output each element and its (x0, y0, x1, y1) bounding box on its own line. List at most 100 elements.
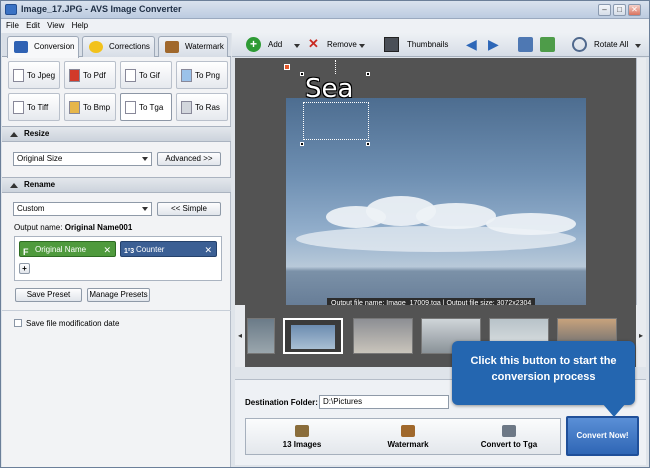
format-label: To Tga (139, 103, 164, 112)
remove-chip-icon[interactable]: ✕ (103, 242, 111, 258)
window-title: Image_17.JPG - AVS Image Converter (21, 4, 182, 14)
right-panel: + Add ✕ Remove Thumbnails ◀ ▶ Rotate All (232, 33, 649, 467)
rename-section-header[interactable]: Rename (2, 177, 231, 193)
menu-view[interactable]: View (47, 19, 64, 33)
format-bmp-button[interactable]: To Bmp (64, 93, 116, 121)
rename-select-value: Custom (17, 204, 45, 213)
format-label: To Pdf (83, 71, 106, 80)
convert-now-button[interactable]: Convert Now! (566, 416, 639, 456)
rename-heading: Rename (24, 180, 56, 189)
destination-value: D:\Pictures (323, 397, 363, 406)
format-pdf-button[interactable]: To Pdf (64, 61, 116, 89)
simple-button[interactable]: << Simple (157, 202, 221, 216)
resize-heading: Resize (24, 129, 50, 138)
step-images[interactable]: 13 Images (246, 419, 358, 454)
jpeg-file-icon (13, 69, 24, 82)
format-label: To Tiff (27, 103, 49, 112)
convert-icon (502, 425, 516, 437)
chip-label: Counter (136, 245, 165, 254)
menu-help[interactable]: Help (72, 19, 88, 33)
rotate-all-button-label[interactable]: Rotate All (594, 40, 628, 49)
add-field-button[interactable]: + (19, 263, 30, 274)
rotate-handle[interactable] (284, 64, 290, 70)
format-tga-button[interactable]: To Tga (120, 93, 172, 121)
format-gif-button[interactable]: To Gif (120, 61, 172, 89)
manage-presets-button[interactable]: Manage Presets (87, 288, 150, 302)
title-bar: Image_17.JPG - AVS Image Converter – □ ✕ (1, 1, 649, 19)
close-button[interactable]: ✕ (628, 4, 641, 16)
minimize-button[interactable]: – (598, 4, 611, 16)
app-icon (5, 4, 17, 15)
menu-edit[interactable]: Edit (26, 19, 40, 33)
tab-corrections[interactable]: Corrections (82, 36, 155, 57)
vertical-scrollbar[interactable] (636, 58, 646, 323)
watermark-icon (401, 425, 415, 437)
text-selection-box[interactable] (303, 102, 369, 140)
strip-left-arrow[interactable]: ◂ (235, 305, 245, 367)
collapse-icon (10, 132, 18, 137)
resize-handle[interactable] (300, 72, 304, 76)
format-png-button[interactable]: To Png (176, 61, 228, 89)
save-date-label: Save file modification date (26, 319, 120, 328)
step-watermark[interactable]: Watermark (358, 419, 458, 454)
resize-section-header[interactable]: Resize (2, 126, 231, 142)
thumbnails-button-label[interactable]: Thumbnails (407, 40, 448, 49)
output-name-label: Output name: (14, 223, 63, 232)
name-template-box[interactable]: F Original Name ✕ 1²3 Counter ✕ + (14, 236, 222, 281)
menu-file[interactable]: File (6, 19, 19, 33)
rotate-guide (335, 60, 336, 74)
rotate-all-icon[interactable] (572, 37, 587, 52)
app-window: Image_17.JPG - AVS Image Converter – □ ✕… (0, 0, 650, 468)
thumbnail[interactable] (353, 318, 413, 354)
next-icon[interactable]: ▶ (488, 37, 503, 52)
remove-button-label[interactable]: Remove (327, 40, 357, 49)
maximize-button[interactable]: □ (613, 4, 626, 16)
watermark-text[interactable]: Sea (305, 74, 369, 104)
tga-file-icon (125, 101, 136, 114)
save-date-checkbox[interactable] (14, 319, 22, 327)
thumbnail-selected[interactable] (283, 318, 343, 354)
chip-original-name[interactable]: F Original Name ✕ (19, 241, 116, 257)
collapse-icon (10, 183, 18, 188)
rename-select[interactable]: Custom (13, 202, 152, 216)
rotate-all-dropdown-icon[interactable] (635, 44, 641, 48)
remove-dropdown-icon[interactable] (359, 44, 365, 48)
advanced-button[interactable]: Advanced >> (157, 152, 221, 166)
font-icon: F (23, 247, 29, 257)
thumbnails-icon[interactable] (384, 37, 399, 52)
tiff-file-icon (13, 101, 24, 114)
add-dropdown-icon[interactable] (294, 44, 300, 48)
format-label: To Bmp (83, 103, 111, 112)
resize-select[interactable]: Original Size (13, 152, 152, 166)
output-name-value: Original Name001 (64, 223, 133, 232)
format-ras-button[interactable]: To Ras (176, 93, 228, 121)
thumbnail[interactable] (247, 318, 275, 354)
step-convert[interactable]: Convert to Tga (458, 419, 560, 454)
resize-handle[interactable] (300, 142, 304, 146)
format-tiff-button[interactable]: To Tiff (8, 93, 60, 121)
add-icon[interactable]: + (246, 37, 261, 52)
rotate-left-icon[interactable] (518, 37, 533, 52)
watermark-icon (165, 41, 179, 53)
conversion-icon (14, 41, 28, 53)
step-label: Convert to Tga (480, 440, 538, 449)
format-label: To Png (195, 71, 220, 80)
ras-file-icon (181, 101, 192, 114)
tab-watermark[interactable]: Watermark (158, 36, 228, 57)
destination-input[interactable]: D:\Pictures (319, 395, 449, 409)
remove-chip-icon[interactable]: ✕ (204, 242, 212, 258)
strip-right-arrow[interactable]: ▸ (636, 305, 646, 367)
save-preset-button[interactable]: Save Preset (15, 288, 82, 302)
cloud (296, 226, 576, 252)
add-button-label[interactable]: Add (268, 40, 282, 49)
tab-conversion[interactable]: Conversion (7, 36, 79, 58)
chip-label: Original Name (35, 245, 87, 254)
format-jpeg-button[interactable]: To Jpeg (8, 61, 60, 89)
image-preview[interactable]: Sea Output file name: Image_17009.tga | … (235, 58, 636, 323)
resize-handle[interactable] (366, 142, 370, 146)
remove-icon[interactable]: ✕ (306, 37, 321, 52)
chip-counter[interactable]: 1²3 Counter ✕ (120, 241, 217, 257)
rotate-right-icon[interactable] (540, 37, 555, 52)
previous-icon[interactable]: ◀ (466, 37, 481, 52)
corrections-icon (89, 41, 103, 53)
